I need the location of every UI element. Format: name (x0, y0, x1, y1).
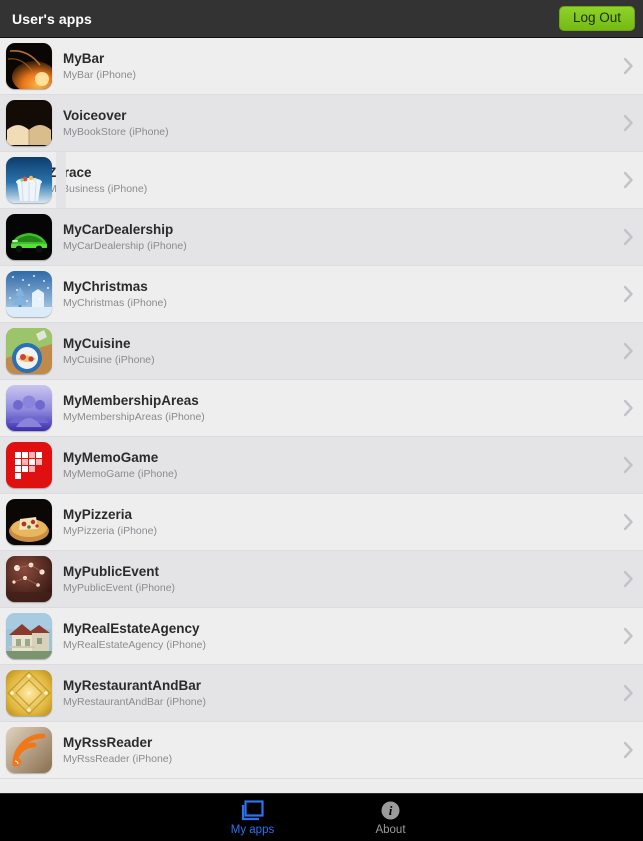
app-list-item-text: MyPublicEvent MyPublicEvent (iPhone) (52, 564, 613, 595)
app-title: MyBar (63, 50, 105, 66)
app-list-item[interactable]: MyRssReader MyRssReader (iPhone) (0, 722, 643, 779)
apps-list[interactable]: MyBar MyBar (iPhone) Voiceover MyBookStore… (0, 38, 643, 793)
navigation-bar: User's apps Log Out (0, 0, 643, 38)
app-list-item-text: Voiceover MyBookStore (iPhone) (52, 108, 613, 139)
mycardealership-icon (6, 214, 52, 260)
chevron-right-icon[interactable] (613, 741, 643, 759)
chevron-right-icon[interactable] (613, 513, 643, 531)
app-subtitle: MyBookStore (iPhone) (63, 125, 169, 138)
app-list-item[interactable]: MyRealEstateAgency MyRealEstateAgency (iP… (0, 608, 643, 665)
chevron-right-icon[interactable] (613, 456, 643, 474)
app-list-item-text: MyMembershipAreas MyMembershipAreas (iPho… (52, 393, 613, 424)
mymemogame-icon (6, 442, 52, 488)
myrestaurantandbar-icon (6, 670, 52, 716)
mybookstore-icon (6, 100, 52, 146)
app-list-item-text: MyCarDealership MyCarDealership (iPhone) (52, 222, 613, 253)
mypublicevent-icon (6, 556, 52, 602)
app-list-item-text: MyMemoGame MyMemoGame (iPhone) (52, 450, 613, 481)
app-list-item[interactable]: MyChristmas MyChristmas (iPhone) (0, 266, 643, 323)
chevron-right-icon[interactable] (613, 114, 643, 132)
chevron-right-icon[interactable] (613, 285, 643, 303)
svg-text:i: i (389, 803, 393, 818)
app-title: ZTrace (52, 164, 92, 180)
chevron-right-icon[interactable] (613, 171, 643, 189)
tab-label: About (375, 823, 406, 836)
app-list-item[interactable]: MyCarDealership MyCarDealership (iPhone) (0, 209, 643, 266)
chevron-right-icon[interactable] (613, 627, 643, 645)
app-list-item-text: ZTrace MyBusiness (iPhone) (52, 165, 613, 196)
app-list-item[interactable]: Voiceover MyBookStore (iPhone) (0, 95, 643, 152)
app-list-item[interactable]: MyRestaurantAndBar MyRestaurantAndBar (iP… (0, 665, 643, 722)
app-list-item-text: MyRestaurantAndBar MyRestaurantAndBar (iP… (52, 678, 613, 709)
render-artifact (56, 152, 66, 208)
app-title: MyRssReader (63, 734, 153, 750)
app-list-item-text: MyRealEstateAgency MyRealEstateAgency (iP… (52, 621, 613, 652)
mychristmas-icon (6, 271, 52, 317)
tab-label: My apps (230, 823, 275, 836)
app-title: MyPizzeria (63, 506, 133, 522)
app-subtitle: MyMembershipAreas (iPhone) (63, 410, 205, 423)
app-title: MyChristmas (63, 278, 148, 294)
chevron-right-icon[interactable] (613, 228, 643, 246)
app-title: MyCuisine (63, 335, 131, 351)
app-subtitle: MyChristmas (iPhone) (63, 296, 167, 309)
chevron-right-icon[interactable] (613, 399, 643, 417)
mypizzeria-icon (6, 499, 52, 545)
app-root: User's apps Log Out MyBar MyBar (iPhone) … (0, 0, 643, 841)
app-list-item[interactable]: MyMembershipAreas MyMembershipAreas (iPho… (0, 380, 643, 437)
app-list-item[interactable]: MyPizzeria MyPizzeria (iPhone) (0, 494, 643, 551)
app-list-item[interactable]: MyBar MyBar (iPhone) (0, 38, 643, 95)
app-list-item[interactable]: MyPublicEvent MyPublicEvent (iPhone) (0, 551, 643, 608)
app-title: MyRestaurantAndBar (63, 677, 202, 693)
app-subtitle: MyRssReader (iPhone) (63, 752, 173, 765)
app-list-item[interactable]: ZTrace MyBusiness (iPhone) (0, 152, 643, 209)
info-circle-icon: i (381, 800, 400, 821)
app-list-item-text: MyCuisine MyCuisine (iPhone) (52, 336, 613, 367)
windows-icon (240, 799, 266, 821)
chevron-right-icon[interactable] (613, 342, 643, 360)
mybar-icon (6, 43, 52, 89)
app-list-item-text: MyChristmas MyChristmas (iPhone) (52, 279, 613, 310)
app-title: MyCarDealership (63, 221, 174, 237)
tab-about[interactable]: i About (350, 800, 432, 836)
app-title: Voiceover (63, 107, 127, 123)
mymembershipareas-icon (6, 385, 52, 431)
app-subtitle: MyMemoGame (iPhone) (63, 467, 178, 480)
app-subtitle: MyRealEstateAgency (iPhone) (63, 638, 206, 651)
app-subtitle: MyPublicEvent (iPhone) (63, 581, 176, 594)
mybusiness-icon (6, 157, 52, 203)
log-out-button[interactable]: Log Out (558, 5, 635, 32)
app-list-item[interactable]: MyCuisine MyCuisine (iPhone) (0, 323, 643, 380)
app-list-item-text: MyRssReader MyRssReader (iPhone) (52, 735, 613, 766)
app-subtitle: MyBar (iPhone) (63, 68, 136, 81)
myrssreader-icon (6, 727, 52, 773)
app-list-item-text: MyPizzeria MyPizzeria (iPhone) (52, 507, 613, 538)
myrealestateagency-icon (6, 613, 52, 659)
tab-bar: My apps i About (0, 793, 643, 841)
tab-my-apps[interactable]: My apps (212, 799, 294, 836)
app-subtitle: MyCuisine (iPhone) (63, 353, 155, 366)
app-list-item-text: MyBar MyBar (iPhone) (52, 51, 613, 82)
app-title: MyMembershipAreas (63, 392, 199, 408)
chevron-right-icon[interactable] (613, 57, 643, 75)
app-subtitle: MyBusiness (iPhone) (52, 182, 148, 195)
app-subtitle: MyRestaurantAndBar (iPhone) (63, 695, 206, 708)
page-title: User's apps (12, 10, 92, 27)
app-title: MyMemoGame (63, 449, 159, 465)
mycuisine-icon (6, 328, 52, 374)
app-subtitle: MyPizzeria (iPhone) (63, 524, 157, 537)
app-title: MyRealEstateAgency (63, 620, 200, 636)
app-list-item[interactable]: MyMemoGame MyMemoGame (iPhone) (0, 437, 643, 494)
chevron-right-icon[interactable] (613, 684, 643, 702)
chevron-right-icon[interactable] (613, 570, 643, 588)
app-subtitle: MyCarDealership (iPhone) (63, 239, 187, 252)
app-title: MyPublicEvent (63, 563, 160, 579)
